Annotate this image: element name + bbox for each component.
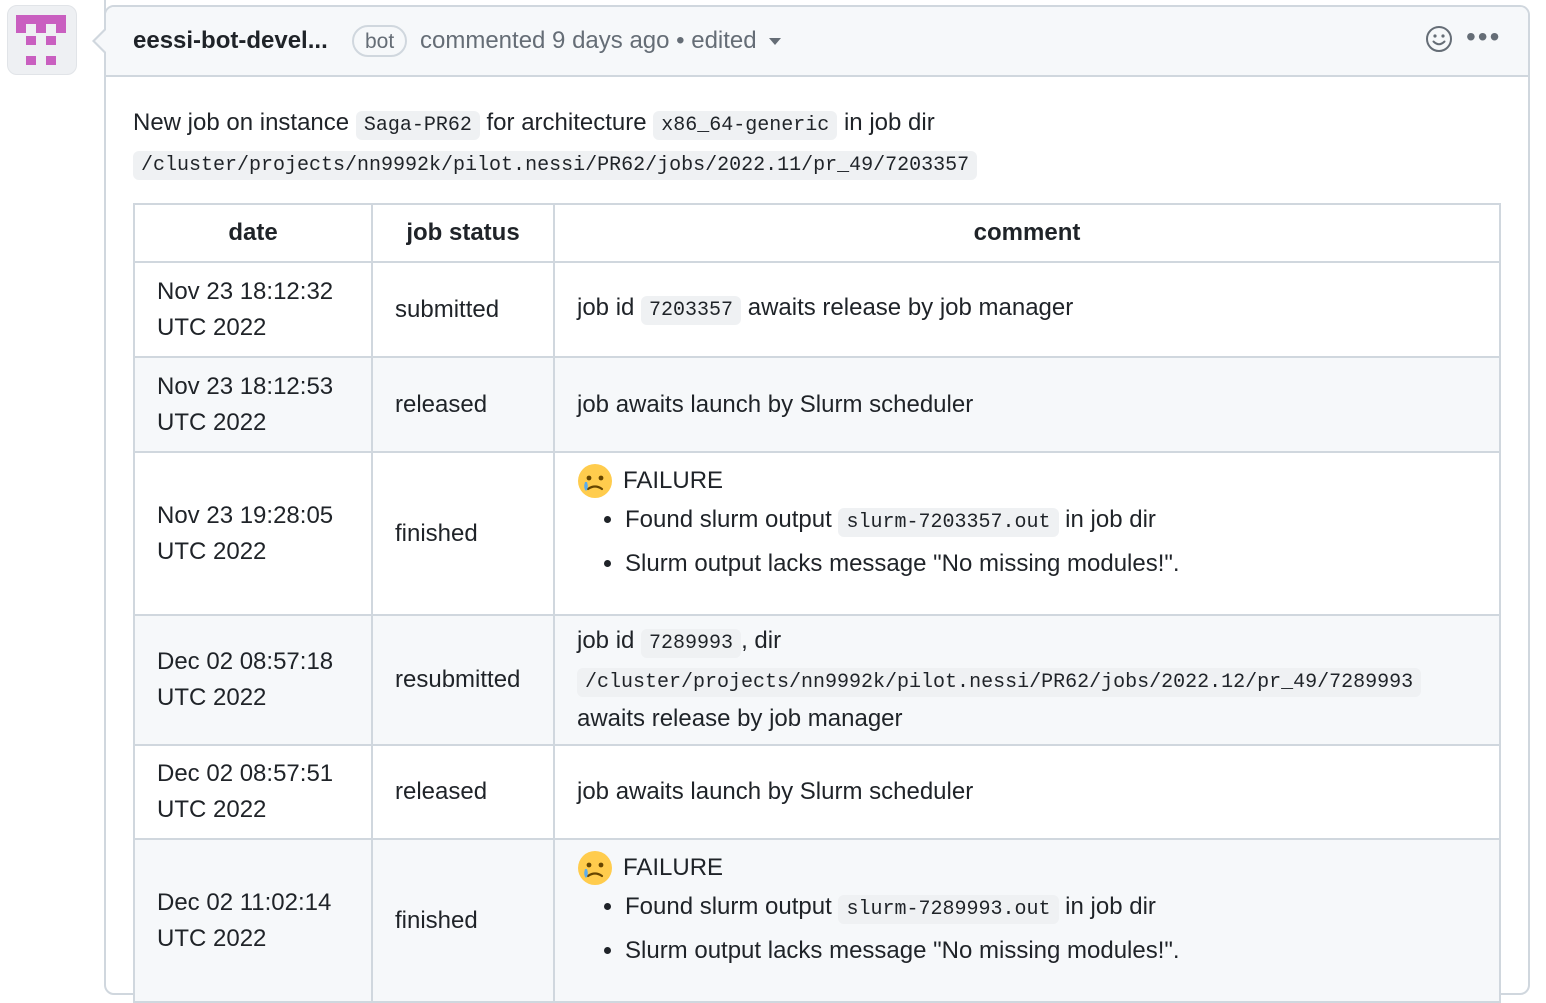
comment-text: job id xyxy=(577,627,635,654)
table-row: Dec 02 08:57:18 UTC 2022 resubmitted job … xyxy=(133,614,1501,746)
comment-cell: job id 7203357 awaits release by job man… xyxy=(553,261,1501,358)
comment-cell: job awaits launch by Slurm scheduler xyxy=(553,744,1501,840)
status-cell: released xyxy=(371,744,555,840)
job-id-code: 7203357 xyxy=(641,296,742,325)
column-header-comment: comment xyxy=(553,203,1501,263)
status-cell: released xyxy=(371,356,555,453)
job-dir-code: /cluster/projects/nn9992k/pilot.nessi/PR… xyxy=(577,668,1422,697)
date-line: Nov 23 19:28:05 xyxy=(157,501,334,529)
list-item-text: in job dir xyxy=(1065,893,1156,920)
bot-badge: bot xyxy=(352,25,408,57)
chevron-down-icon[interactable] xyxy=(768,38,781,46)
crying-face-emoji-icon xyxy=(578,851,612,885)
date-line: UTC 2022 xyxy=(157,537,267,565)
list-item: Found slurm output slurm-7289993.out in … xyxy=(625,886,1477,930)
column-header-status: job status xyxy=(371,203,555,263)
instance-code: Saga-PR62 xyxy=(355,111,480,140)
date-cell: Nov 23 18:12:32 UTC 2022 xyxy=(133,261,373,358)
date-line: Nov 23 18:12:53 xyxy=(157,372,334,400)
slurm-output-code: slurm-7289993.out xyxy=(838,895,1059,924)
comment-cell: job id 7289993, dir /cluster/projects/nn… xyxy=(553,614,1501,746)
failure-details-list: Found slurm output slurm-7203357.out in … xyxy=(577,499,1477,584)
architecture-code: x86_64-generic xyxy=(653,111,838,140)
date-line: Nov 23 18:12:32 xyxy=(157,277,334,305)
comment-box: eessi-bot-devel... bot commented 9 days … xyxy=(104,5,1530,1003)
crying-face-emoji-icon xyxy=(578,464,612,498)
job-status-table: date job status comment Nov 23 18:12:32 U… xyxy=(133,203,1501,1003)
date-cell: Dec 02 11:02:14 UTC 2022 xyxy=(133,838,373,1003)
identicon-avatar-icon xyxy=(16,15,66,65)
list-item-text: Found slurm output xyxy=(625,506,832,533)
failure-details-list: Found slurm output slurm-7289993.out in … xyxy=(577,886,1477,971)
status-cell: resubmitted xyxy=(371,614,555,746)
date-line: UTC 2022 xyxy=(157,796,267,823)
job-id-code: 7289993 xyxy=(641,629,742,658)
list-item: Slurm output lacks message "No missing m… xyxy=(625,930,1477,971)
failure-label: FAILURE xyxy=(623,854,724,881)
date-line: UTC 2022 xyxy=(157,408,267,436)
date-line: UTC 2022 xyxy=(157,924,267,952)
status-cell: finished xyxy=(371,838,555,1003)
list-item-text: Found slurm output xyxy=(625,893,832,920)
column-header-date: date xyxy=(133,203,373,263)
comment-text: awaits release by job manager xyxy=(747,294,1074,321)
comment-caret-inner xyxy=(95,30,106,52)
job-dir-code: /cluster/projects/nn9992k/pilot.nessi/PR… xyxy=(133,151,978,180)
comment-text: job id xyxy=(577,294,635,321)
comment-meta[interactable]: commented 9 days ago • edited xyxy=(420,27,781,55)
list-item: Found slurm output slurm-7203357.out in … xyxy=(625,499,1477,543)
comment-meta-text[interactable]: commented 9 days ago • edited xyxy=(420,27,757,54)
table-header-row: date job status comment xyxy=(133,203,1501,263)
comment-cell: job awaits launch by Slurm scheduler xyxy=(553,356,1501,453)
date-line: Dec 02 08:57:18 xyxy=(157,648,334,675)
list-item-text: in job dir xyxy=(1065,506,1156,533)
avatar[interactable] xyxy=(7,5,77,75)
comment-text: awaits release by job manager xyxy=(577,705,903,732)
comment-text: , dir xyxy=(741,627,782,654)
date-cell: Dec 02 08:57:18 UTC 2022 xyxy=(133,614,373,746)
intro-suffix: in job dir xyxy=(843,109,935,136)
intro-middle: for architecture xyxy=(486,109,647,136)
comment-intro: New job on instance Saga-PR62 for archit… xyxy=(133,104,1503,184)
date-line: Dec 02 11:02:14 xyxy=(157,888,332,916)
failure-line: FAILURE xyxy=(577,850,1477,886)
date-cell: Nov 23 19:28:05 UTC 2022 xyxy=(133,451,373,616)
status-cell: finished xyxy=(371,451,555,616)
date-line: Dec 02 08:57:51 xyxy=(157,760,334,787)
failure-line: FAILURE xyxy=(577,463,1477,499)
list-item: Slurm output lacks message "No missing m… xyxy=(625,543,1477,584)
table-row: Nov 23 19:28:05 UTC 2022 finished FAILURE… xyxy=(133,451,1501,616)
status-cell: submitted xyxy=(371,261,555,358)
table-row: Nov 23 18:12:53 UTC 2022 released job awa… xyxy=(133,356,1501,453)
table-row: Nov 23 18:12:32 UTC 2022 submitted job id… xyxy=(133,261,1501,358)
comment-header: eessi-bot-devel... bot commented 9 days … xyxy=(106,7,1528,77)
smiley-icon[interactable] xyxy=(1424,24,1454,59)
intro-prefix: New job on instance xyxy=(133,109,350,136)
comment-cell: FAILURE Found slurm output slurm-7289993… xyxy=(553,838,1501,1003)
table-row: Dec 02 08:57:51 UTC 2022 released job awa… xyxy=(133,744,1501,840)
slurm-output-code: slurm-7203357.out xyxy=(838,508,1059,537)
date-line: UTC 2022 xyxy=(157,313,267,341)
date-cell: Nov 23 18:12:53 UTC 2022 xyxy=(133,356,373,453)
date-cell: Dec 02 08:57:51 UTC 2022 xyxy=(133,744,373,840)
author-name[interactable]: eessi-bot-devel... xyxy=(133,27,328,55)
table-row: Dec 02 11:02:14 UTC 2022 finished FAILURE… xyxy=(133,838,1501,1003)
date-line: UTC 2022 xyxy=(157,684,267,711)
kebab-menu-icon[interactable]: ••• xyxy=(1466,23,1501,51)
comment-cell: FAILURE Found slurm output slurm-7203357… xyxy=(553,451,1501,616)
failure-label: FAILURE xyxy=(623,467,724,494)
